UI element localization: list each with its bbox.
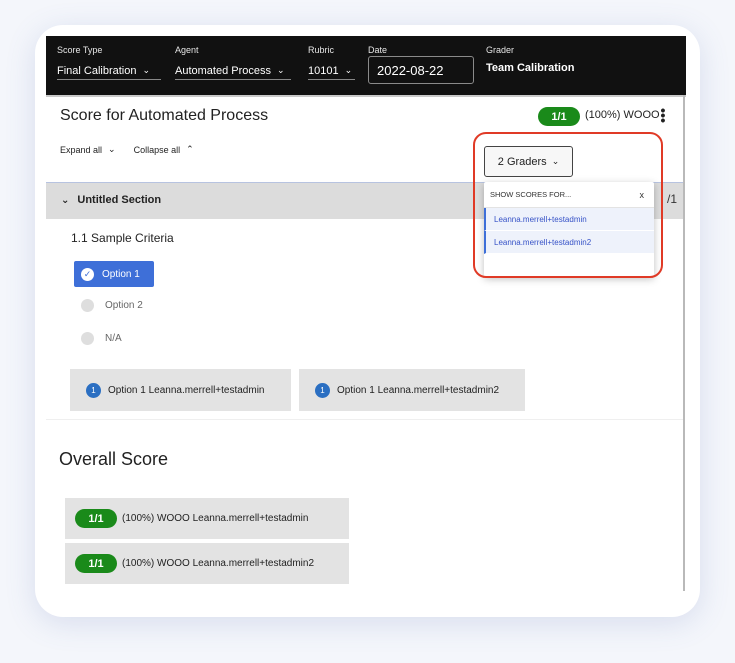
- page-title: Score for Automated Process: [60, 107, 269, 124]
- graders-dropdown-button[interactable]: 2 Graders ⌄: [484, 146, 573, 177]
- agent-label: Agent: [175, 45, 199, 55]
- chevron-down-icon: ⌄: [344, 65, 353, 75]
- collapse-all-label: Collapse all: [133, 144, 181, 155]
- graders-button-label: 2 Graders: [497, 155, 547, 168]
- agent-filter: Agent Automated Process ⌄: [175, 45, 291, 80]
- chevron-down-icon: ⌄: [142, 65, 151, 75]
- option-2[interactable]: Option 2: [81, 299, 143, 312]
- chevron-down-icon: ⌄: [108, 144, 116, 154]
- overall-score-pill: 1/1: [75, 554, 117, 573]
- scoring-app: Score Type Final Calibration ⌄ Agent Aut…: [46, 36, 686, 591]
- section-title: ⌄ Untitled Section: [61, 194, 161, 206]
- kebab-menu-icon[interactable]: • • •: [659, 103, 667, 127]
- grader-response-text: Option 1 Leanna.merrell+testadmin: [108, 384, 265, 396]
- score-pill: 1/1: [538, 107, 580, 126]
- option-2-label: Option 2: [105, 300, 143, 311]
- grader-label: Grader: [486, 45, 515, 55]
- graders-dropdown-menu: SHOW SCORES FOR... x Leanna.merrell+test…: [484, 182, 654, 277]
- section-divider: [46, 419, 683, 420]
- rubric-value: 10101: [308, 64, 339, 77]
- chevron-down-icon: ⌄: [61, 194, 70, 206]
- overall-score-text: (100%) WOOO Leanna.merrell+testadmin: [122, 513, 309, 524]
- scrollbar-track[interactable]: [683, 95, 685, 591]
- rubric-filter: Rubric 10101 ⌄: [308, 45, 355, 80]
- rubric-select[interactable]: 10101 ⌄: [308, 62, 355, 80]
- close-icon[interactable]: x: [640, 190, 645, 200]
- score-type-label: Score Type: [57, 45, 103, 55]
- score-type-select[interactable]: Final Calibration ⌄: [57, 62, 161, 80]
- option-na-label: N/A: [105, 333, 122, 344]
- chevron-down-icon: ⌄: [551, 156, 560, 166]
- grader-response-card: 1 Option 1 Leanna.merrell+testadmin: [70, 369, 291, 411]
- chevron-down-icon: ⌄: [277, 65, 285, 75]
- overall-score-title: Overall Score: [59, 449, 169, 469]
- option-na[interactable]: N/A: [81, 332, 122, 345]
- agent-select[interactable]: Automated Process ⌄: [175, 62, 291, 80]
- score-percent-text: (100%) WOOO: [585, 109, 660, 121]
- rubric-label: Rubric: [308, 45, 335, 55]
- dropdown-item-grader[interactable]: Leanna.merrell+testadmin2: [484, 231, 654, 254]
- filter-bar: Score Type Final Calibration ⌄ Agent Aut…: [46, 36, 686, 95]
- grader-value[interactable]: Team Calibration: [486, 62, 574, 74]
- date-filter: Date 2022-08-22: [368, 45, 474, 84]
- grader-response-card: 1 Option 1 Leanna.merrell+testadmin2: [299, 369, 525, 411]
- expand-all-label: Expand all: [60, 144, 103, 155]
- overall-score-row: 1/1 (100%) WOOO Leanna.merrell+testadmin…: [65, 543, 349, 584]
- grader-count-badge: 1: [315, 382, 330, 398]
- grader-filter: Grader Team Calibration: [486, 45, 574, 74]
- expand-all-button[interactable]: Expand all ⌄: [60, 144, 116, 155]
- dropdown-header-text: SHOW SCORES FOR...: [490, 190, 572, 199]
- overall-score-text: (100%) WOOO Leanna.merrell+testadmin2: [122, 558, 315, 569]
- grader-count-badge: 1: [86, 382, 101, 398]
- collapse-all-button[interactable]: Collapse all ⌃: [134, 144, 194, 155]
- radio-icon: [81, 332, 94, 345]
- section-score: /1: [667, 192, 678, 206]
- agent-value: Automated Process: [175, 64, 271, 77]
- dropdown-item-grader[interactable]: Leanna.merrell+testadmin: [484, 208, 654, 231]
- score-type-value: Final Calibration: [57, 64, 137, 77]
- section-title-text: Untitled Section: [77, 194, 162, 206]
- chevron-up-icon: ⌃: [186, 144, 194, 154]
- date-input[interactable]: 2022-08-22: [368, 56, 474, 84]
- option-1-label: Option 1: [102, 268, 140, 280]
- screenshot-card: Score Type Final Calibration ⌄ Agent Aut…: [35, 25, 700, 617]
- score-type-filter: Score Type Final Calibration ⌄: [57, 45, 161, 80]
- overall-score-pill: 1/1: [75, 509, 117, 528]
- grader-response-text: Option 1 Leanna.merrell+testadmin2: [337, 384, 500, 396]
- overall-score-row: 1/1 (100%) WOOO Leanna.merrell+testadmin: [65, 498, 349, 539]
- criteria-title: 1.1 Sample Criteria: [71, 231, 174, 245]
- dropdown-header: SHOW SCORES FOR... x: [484, 182, 654, 208]
- expand-collapse-controls: Expand all ⌄ Collapse all ⌃: [60, 144, 194, 155]
- radio-icon: [81, 299, 94, 312]
- date-label: Date: [368, 45, 388, 55]
- option-1-selected[interactable]: ✓ Option 1: [74, 261, 154, 287]
- check-icon: ✓: [81, 267, 94, 281]
- header-divider: [46, 95, 686, 97]
